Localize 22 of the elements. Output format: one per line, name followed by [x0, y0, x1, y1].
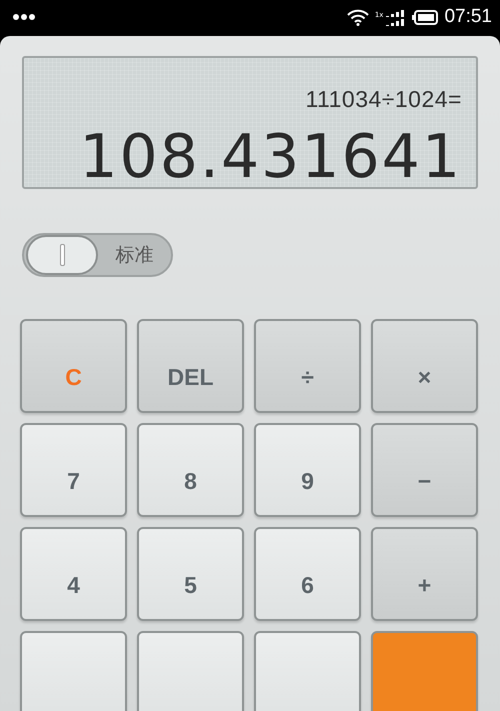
calculator-key[interactable]	[20, 631, 127, 711]
calculator-key[interactable]: 7	[20, 423, 127, 517]
calculator-key[interactable]: ÷	[254, 319, 361, 413]
result-text: 108.431641	[79, 127, 462, 187]
mode-switch[interactable]: 标准	[22, 233, 173, 277]
more-icon	[12, 13, 36, 21]
calculator-key[interactable]: 5	[137, 527, 244, 621]
clock-time: 07:51	[444, 6, 492, 28]
calculator-key[interactable]: −	[371, 423, 478, 517]
calculator-key[interactable]: 4	[20, 527, 127, 621]
calculator-key[interactable]	[254, 631, 361, 711]
wifi-icon	[346, 8, 369, 26]
calculator-key[interactable]: ×	[371, 319, 478, 413]
expression-text: 111034÷1024=	[305, 86, 462, 113]
calculator-key[interactable]: +	[371, 527, 478, 621]
signal-icon	[384, 8, 406, 26]
calculator-key[interactable]: 8	[137, 423, 244, 517]
calculator-key[interactable]: 6	[254, 527, 361, 621]
battery-icon	[412, 10, 438, 24]
calculator-key[interactable]: DEL	[137, 319, 244, 413]
calculator-key[interactable]: 9	[254, 423, 361, 517]
calculator-key[interactable]	[137, 631, 244, 711]
